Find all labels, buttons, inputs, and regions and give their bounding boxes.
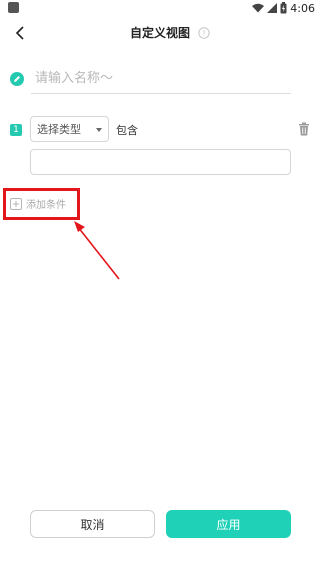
pencil-icon [10,72,24,86]
condition-value-input[interactable] [30,149,291,175]
condition-number-badge: 1 [10,124,22,136]
operator-label: 包含 [116,124,138,137]
apply-button[interactable]: 应用 [166,510,291,538]
header: 自定义视图 ? [0,18,320,48]
add-condition-label: 添加条件 [26,200,66,211]
svg-text:?: ? [202,30,206,38]
signal-icon [267,3,278,13]
caret-down-icon [96,128,102,132]
status-icons: 4:06 [252,0,315,16]
help-circle-icon[interactable]: ? [198,27,210,39]
trash-icon[interactable] [298,122,310,136]
type-select-value: 选择类型 [37,123,81,136]
battery-icon [280,2,287,14]
notification-icon [8,2,19,13]
annotation-arrow [74,221,120,280]
wifi-icon [252,3,265,13]
name-row [0,64,320,96]
plus-square-icon [10,197,22,210]
page-title: 自定义视图 [129,26,190,40]
status-bar: 4:06 [0,0,320,16]
add-condition-button[interactable]: 添加条件 [10,196,66,211]
status-time: 4:06 [290,1,315,15]
type-select[interactable]: 选择类型 [30,116,109,142]
cancel-button[interactable]: 取消 [30,510,155,538]
name-input[interactable] [31,64,291,94]
